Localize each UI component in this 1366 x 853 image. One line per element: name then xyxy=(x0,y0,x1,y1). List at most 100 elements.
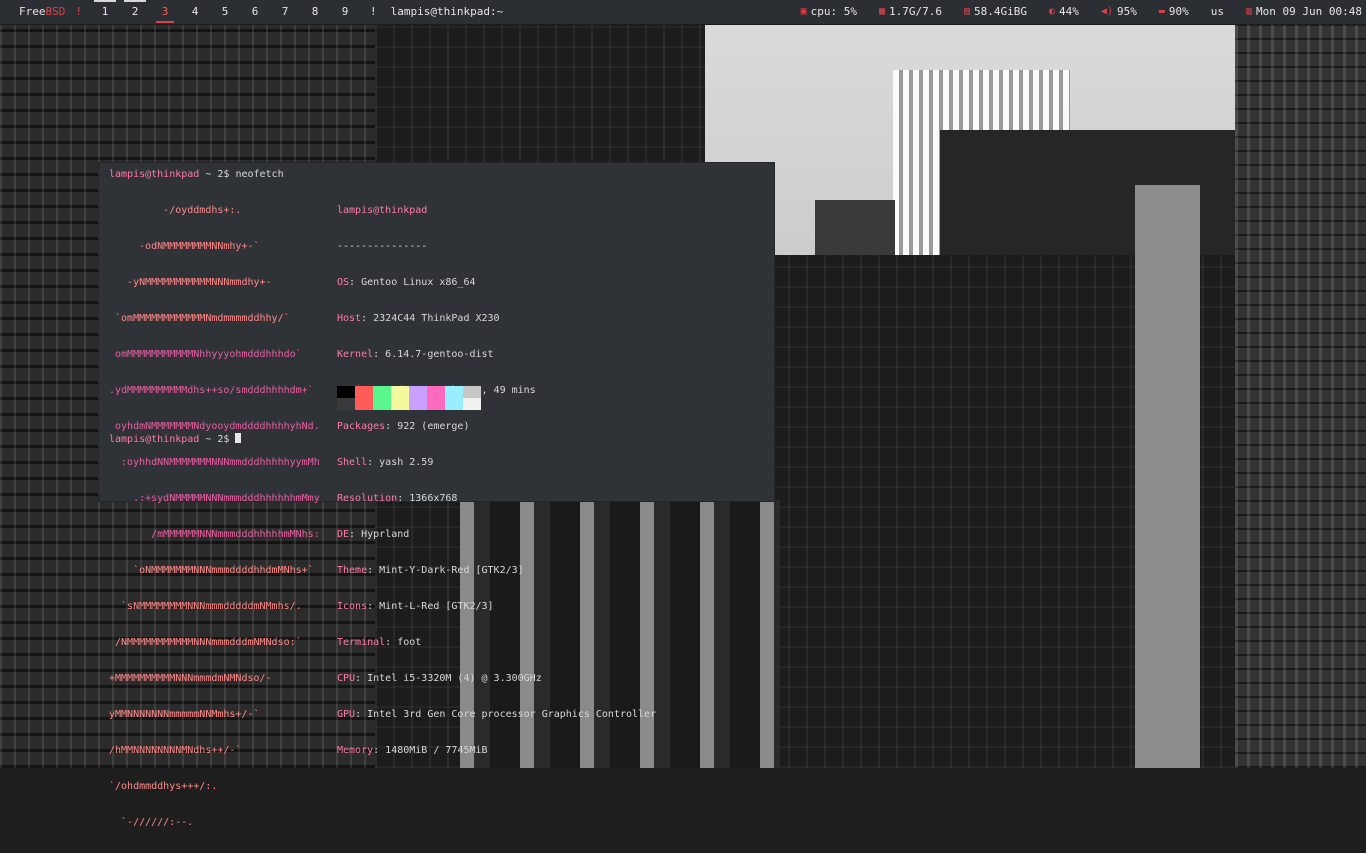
workspace-7[interactable]: 7 xyxy=(270,0,300,24)
color-swatch xyxy=(463,386,481,398)
battery-level: 90% xyxy=(1168,5,1189,18)
bar-left-section: FreeBSD ! 1 2 3 4 5 6 7 8 9 ! lampis@thi… xyxy=(0,0,503,24)
info-key: Terminal xyxy=(337,637,386,648)
prompt-user: lampis@thinkpad xyxy=(109,434,200,445)
memory-icon: ▦ xyxy=(878,6,886,17)
battery-icon: ▬ xyxy=(1158,6,1165,17)
volume-level: 95% xyxy=(1116,5,1137,18)
command-line: lampis@thinkpad ~ 2$ neofetch xyxy=(109,169,284,181)
ascii-line: `-//////:--. xyxy=(109,817,194,828)
workspace-3[interactable]: 3 xyxy=(150,0,180,24)
ascii-line: -/oyddmdhs+:. xyxy=(109,205,242,216)
cpu-module[interactable]: ▣ cpu: 5% xyxy=(801,0,857,24)
info-row-theme: Theme: Mint-Y-Dark-Red [GTK2/3] xyxy=(337,565,656,577)
bar-separator: ! xyxy=(75,5,82,18)
color-swatch xyxy=(337,386,355,398)
color-swatch xyxy=(337,398,355,410)
info-value: foot xyxy=(391,637,422,648)
ascii-line: `/ohdmmddhys+++/:. xyxy=(109,781,218,792)
color-swatch xyxy=(409,398,427,410)
info-row-resolution: Resolution: 1366x768 xyxy=(337,493,656,505)
info-value: 922 (emerge) xyxy=(391,421,470,432)
color-swatch xyxy=(391,398,409,410)
color-swatch xyxy=(427,386,445,398)
workspace-2[interactable]: 2 xyxy=(120,0,150,24)
info-value: Intel 3rd Gen Core processor Graphics Co… xyxy=(361,709,657,720)
color-swatch xyxy=(373,386,391,398)
ascii-line: +MMMMMMMMMMNNNmmmdmNMNdso/- xyxy=(109,673,272,684)
info-row-kernel: Kernel: 6.14.7-gentoo-dist xyxy=(337,349,656,361)
info-value: 2324C44 ThinkPad X230 xyxy=(367,313,500,324)
clock-module[interactable]: ▥ Mon 09 Jun 00:48 xyxy=(1246,0,1362,24)
keyboard-layout-module[interactable]: us xyxy=(1211,0,1224,24)
workspace-9[interactable]: 9 xyxy=(330,0,360,24)
color-swatch xyxy=(355,386,373,398)
ascii-line: `omMMMMMMMMMMMMNmdmmmmddhhy/` xyxy=(109,313,290,324)
cpu-usage: cpu: 5% xyxy=(810,5,857,18)
memory-module[interactable]: ▦ 1.7G/7.6 xyxy=(879,0,942,24)
system-info: lampis@thinkpad --------------- OS: Gent… xyxy=(337,181,656,781)
info-row-de: DE: Hyprland xyxy=(337,529,656,541)
workspace-6[interactable]: 6 xyxy=(240,0,270,24)
info-key: GPU xyxy=(337,709,356,720)
keyboard-layout: us xyxy=(1210,5,1224,18)
disk-usage: 58.4GiBG xyxy=(974,5,1028,18)
gentoo-ascii-logo: -/oyddmdhs+:. -odNMMMMMMMMNNmhy+-` -yNMM… xyxy=(109,181,320,853)
info-key: DE xyxy=(337,529,350,540)
info-value: 1366x768 xyxy=(403,493,458,504)
workspace-5[interactable]: 5 xyxy=(210,0,240,24)
info-key: CPU xyxy=(337,673,356,684)
ascii-line: yMMNNNNNNNmmmmmNNMmhs+/-` xyxy=(109,709,260,720)
info-underline: --------------- xyxy=(337,241,428,252)
workspace-8[interactable]: 8 xyxy=(300,0,330,24)
brightness-level: 44% xyxy=(1059,5,1079,18)
calendar-icon: ▥ xyxy=(1246,6,1253,17)
workspace-1[interactable]: 1 xyxy=(90,0,120,24)
info-row-memory: Memory: 1480MiB / 7745MiB xyxy=(337,745,656,757)
brand-bsd-text: BSD xyxy=(45,5,66,18)
info-row-cpu: CPU: Intel i5-3320M (4) @ 3.300GHz xyxy=(337,673,656,685)
info-value: Hyprland xyxy=(355,529,410,540)
disk-module[interactable]: ▤ 58.4GiBG xyxy=(964,0,1027,24)
title-separator: ! xyxy=(370,5,377,18)
info-row-icons: Icons: Mint-L-Red [GTK2/3] xyxy=(337,601,656,613)
workspace-4[interactable]: 4 xyxy=(180,0,210,24)
ascii-line: omMMMMMMMMMMMNhhyyyohmdddhhhdo` xyxy=(109,349,302,360)
wallpaper-pillar-light xyxy=(1135,185,1200,768)
ascii-line: /mMMMMMMNNNmmmdddhhhhhmMNhs: xyxy=(109,529,320,540)
info-value: 6.14.7-gentoo-dist xyxy=(379,349,494,360)
wallpaper-building-right xyxy=(1235,0,1366,768)
ascii-line: :oyhhdNNMMMMMMMNNNmmdddhhhhhyymMh xyxy=(109,457,320,468)
os-brand: FreeBSD xyxy=(0,0,71,24)
ascii-line: `oNMMMMMMMNNNmmmddddhhdmMNhs+` xyxy=(109,565,314,576)
ascii-line: oyhdmNMMMMMMMNdyooydmddddhhhhyhNd. xyxy=(109,421,320,432)
color-swatch xyxy=(445,386,463,398)
brightness-icon: ◐ xyxy=(1049,6,1056,17)
cpu-icon: ▣ xyxy=(800,6,807,17)
brightness-module[interactable]: ◐ 44% xyxy=(1049,0,1079,24)
info-key: Kernel xyxy=(337,349,374,360)
command-text: neofetch xyxy=(235,169,284,180)
volume-module[interactable]: ◀) 95% xyxy=(1101,0,1137,24)
color-swatch xyxy=(427,398,445,410)
battery-module[interactable]: ▬ 90% xyxy=(1159,0,1189,24)
active-prompt-line[interactable]: lampis@thinkpad ~ 2$ xyxy=(109,433,242,446)
color-swatch xyxy=(355,398,373,410)
ascii-line: `sNMMMMMMMMNNNmmmdddddmNMmhs/. xyxy=(109,601,302,612)
info-key: Icons xyxy=(337,601,368,612)
info-value: 1480MiB / 7745MiB xyxy=(379,745,488,756)
ascii-line: .:+sydNMMMMMNNNmmmdddhhhhhhmMmy xyxy=(109,493,320,504)
info-row-packages: Packages: 922 (emerge) xyxy=(337,421,656,433)
prompt-path: ~ 2$ xyxy=(199,169,236,180)
ascii-line: -odNMMMMMMMMNNmhy+-` xyxy=(109,241,260,252)
info-value: Mint-Y-Dark-Red [GTK2/3] xyxy=(373,565,524,576)
terminal-window[interactable]: lampis@thinkpad ~ 2$ neofetch -/oyddmdhs… xyxy=(98,162,775,828)
info-row-terminal: Terminal: foot xyxy=(337,637,656,649)
color-swatch xyxy=(391,386,409,398)
info-value: Intel i5-3320M (4) @ 3.300GHz xyxy=(361,673,542,684)
bar-right-section: ▣ cpu: 5% ▦ 1.7G/7.6 ▤ 58.4GiBG ◐ 44% ◀)… xyxy=(779,0,1366,24)
info-key: OS xyxy=(337,277,350,288)
info-key: Packages xyxy=(337,421,386,432)
text-cursor xyxy=(235,433,242,443)
color-swatch xyxy=(445,398,463,410)
